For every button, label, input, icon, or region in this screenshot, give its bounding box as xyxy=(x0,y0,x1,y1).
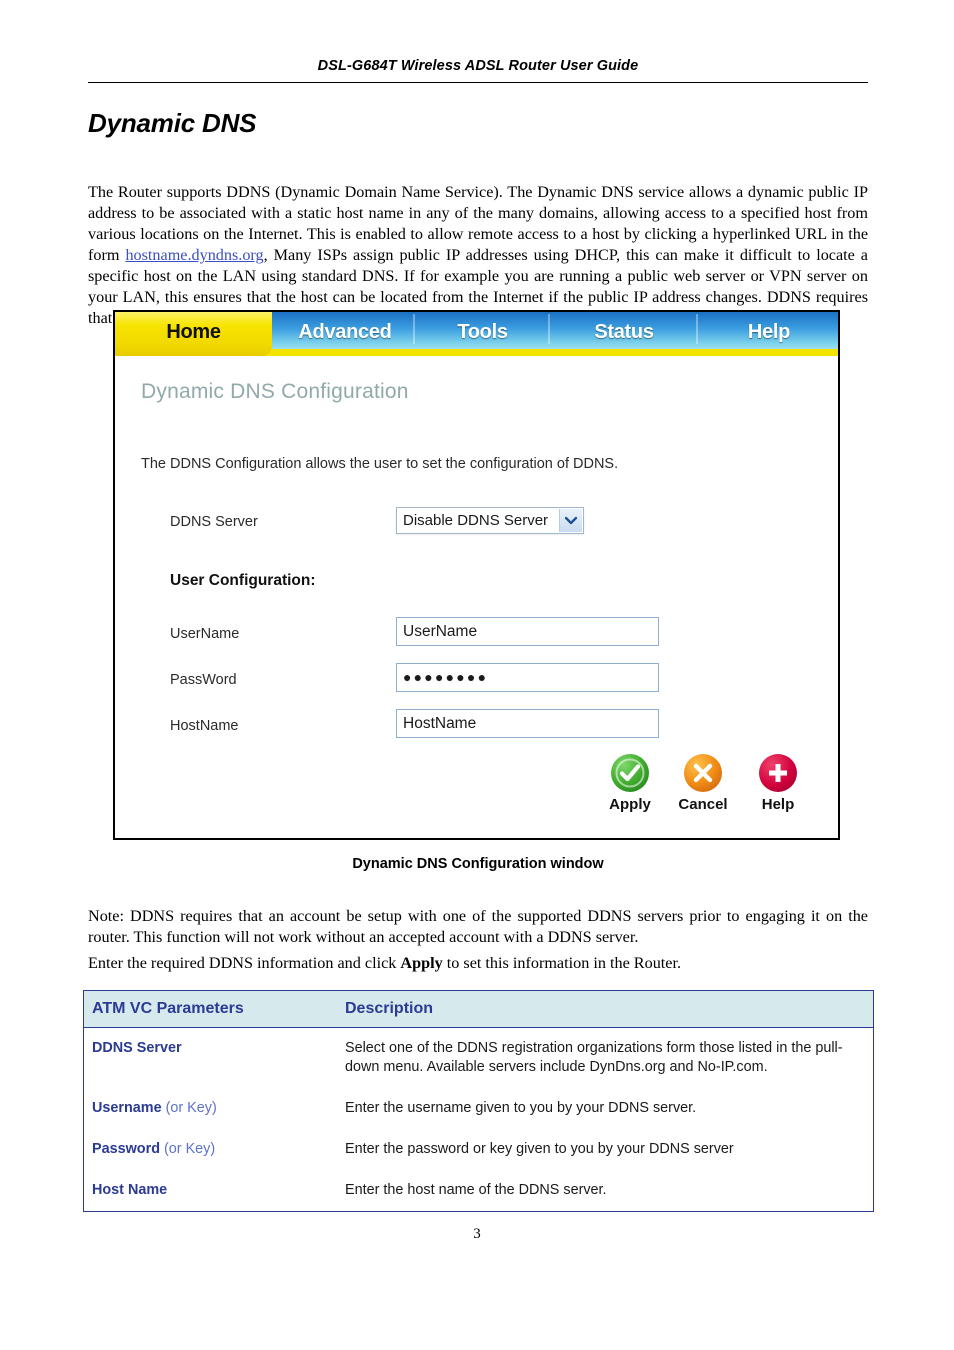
apply-button[interactable]: Apply xyxy=(595,754,665,814)
username-label: UserName xyxy=(170,626,240,642)
ddns-config-panel: Dynamic DNS Configuration The DDNS Confi… xyxy=(115,356,838,838)
password-label: PassWord xyxy=(170,672,237,688)
ddns-server-label: DDNS Server xyxy=(170,514,258,530)
parameter-name: Password xyxy=(92,1141,160,1157)
parameter-name: Host Name xyxy=(92,1182,168,1198)
header-divider xyxy=(88,82,868,83)
tab-status-label: Status xyxy=(594,321,654,343)
table-cell-description: Select one of the DDNS registration orga… xyxy=(345,1040,843,1075)
instruction-text-before: Enter the required DDNS information and … xyxy=(88,954,401,973)
table-cell-parameter-name: DDNS Server xyxy=(84,1028,337,1089)
cancel-button[interactable]: Cancel xyxy=(668,754,738,814)
parameter-name: Username xyxy=(92,1100,162,1116)
ddns-server-row: DDNS Server Disable DDNS Server xyxy=(170,507,790,537)
hostname-input[interactable]: HostName xyxy=(396,709,659,738)
page-number: 3 xyxy=(473,1226,481,1242)
tab-tools[interactable]: Tools xyxy=(415,312,550,356)
router-nav-bar: Home Advanced Tools Status Help xyxy=(115,312,838,356)
ddns-server-select[interactable]: Disable DDNS Server xyxy=(396,507,584,534)
parameter-name-sub: (or Key) xyxy=(161,1100,217,1116)
table-cell-parameter-name: Username (or Key) xyxy=(84,1088,337,1129)
table-header-row: ATM VC Parameters Description xyxy=(84,991,873,1028)
cancel-button-label: Cancel xyxy=(678,796,728,813)
table-row: Password (or Key) Enter the password or … xyxy=(84,1129,873,1170)
plus-circle-icon xyxy=(759,754,797,792)
intro-paragraph: The Router supports DDNS (Dynamic Domain… xyxy=(88,182,868,328)
user-configuration-label: User Configuration: xyxy=(170,572,316,589)
table-row: DDNS Server Select one of the DDNS regis… xyxy=(84,1028,873,1089)
table-row: Username (or Key) Enter the username giv… xyxy=(84,1088,873,1129)
hostname-row: HostName HostName xyxy=(170,709,790,741)
password-input[interactable]: ●●●●●●●● xyxy=(396,663,659,692)
x-circle-icon xyxy=(684,754,722,792)
username-input[interactable]: UserName xyxy=(396,617,659,646)
instruction-paragraph: Enter the required DDNS information and … xyxy=(88,953,868,974)
router-ui-screenshot: Home Advanced Tools Status Help Dynamic … xyxy=(113,310,840,840)
tab-help-label: Help xyxy=(747,321,791,343)
tab-advanced[interactable]: Advanced xyxy=(275,312,415,356)
password-value: ●●●●●●●● xyxy=(403,669,489,685)
table-row: Host Name Enter the host name of the DDN… xyxy=(84,1170,873,1211)
apply-button-label: Apply xyxy=(609,796,651,813)
instruction-apply-emphasis: Apply xyxy=(400,954,443,973)
panel-heading: Dynamic DNS Configuration xyxy=(141,380,409,403)
table-cell-description: Enter the username given to you by your … xyxy=(345,1100,697,1116)
note-paragraph: Note: DDNS requires that an account be s… xyxy=(88,907,868,947)
figure-caption: Dynamic DNS Configuration window xyxy=(352,856,604,872)
chevron-down-icon[interactable] xyxy=(559,509,582,532)
tab-advanced-label: Advanced xyxy=(298,321,392,343)
help-button[interactable]: Help xyxy=(743,754,813,814)
check-circle-icon xyxy=(611,754,649,792)
ddns-server-selected-value: Disable DDNS Server xyxy=(403,512,549,529)
table-cell-description: Enter the password or key given to you b… xyxy=(345,1141,734,1157)
username-value: UserName xyxy=(403,623,478,640)
running-header: DSL-G684T Wireless ADSL Router User Guid… xyxy=(317,58,639,74)
parameter-table: ATM VC Parameters Description DDNS Serve… xyxy=(83,990,874,1212)
table-cell-parameter-name: Password (or Key) xyxy=(84,1129,337,1170)
hostname-value: HostName xyxy=(403,715,477,732)
parameter-name-sub: (or Key) xyxy=(159,1141,216,1157)
panel-description: The DDNS Configuration allows the user t… xyxy=(141,456,619,472)
tab-home[interactable]: Home xyxy=(115,312,272,356)
table-cell-parameter-name: Host Name xyxy=(84,1170,337,1211)
table-cell-description: Enter the host name of the DDNS server. xyxy=(345,1182,607,1198)
document-page: DSL-G684T Wireless ADSL Router User Guid… xyxy=(0,0,954,1350)
tab-home-label: Home xyxy=(166,321,221,343)
tab-help[interactable]: Help xyxy=(698,312,838,356)
table-header-parameters: ATM VC Parameters xyxy=(84,991,337,1028)
page-title: Dynamic DNS xyxy=(88,108,257,138)
parameter-name: DDNS Server xyxy=(92,1040,182,1056)
dyndns-hostname-link[interactable]: hostname.dyndns.org xyxy=(125,246,263,264)
tab-status[interactable]: Status xyxy=(550,312,698,356)
hostname-label: HostName xyxy=(170,718,239,734)
password-row: PassWord ●●●●●●●● xyxy=(170,663,790,695)
table-header-description: Description xyxy=(337,991,873,1028)
help-button-label: Help xyxy=(761,796,795,813)
instruction-text-after: to set this information in the Router. xyxy=(442,954,682,973)
tab-tools-label: Tools xyxy=(457,321,508,343)
username-row: UserName UserName xyxy=(170,617,790,649)
panel-action-buttons: Apply Cancel Help xyxy=(595,754,825,830)
